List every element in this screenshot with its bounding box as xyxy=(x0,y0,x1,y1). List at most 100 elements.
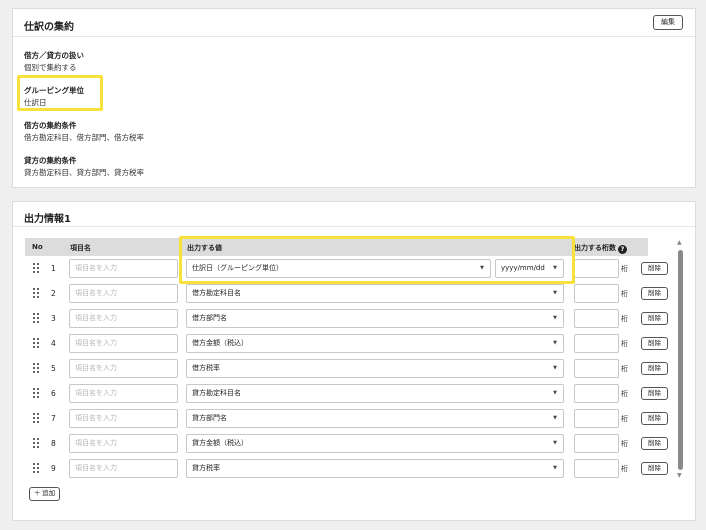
digits-input[interactable] xyxy=(574,409,619,428)
output-value-select[interactable]: 貸方勘定科目名 ▼ xyxy=(186,384,564,403)
item-name-input[interactable]: 項目名を入力 xyxy=(69,284,178,303)
digits-unit: 桁 xyxy=(621,440,628,448)
item-name-input[interactable]: 項目名を入力 xyxy=(69,334,178,353)
col-item-name: 項目名 xyxy=(70,244,91,252)
summary-title: 仕訳の集約 xyxy=(24,22,74,33)
digits-unit: 桁 xyxy=(621,290,628,298)
output-value-text: 仕訳日（グルーピング単位） xyxy=(192,264,283,272)
output-value-select[interactable]: 仕訳日（グルーピング単位） ▼ xyxy=(186,259,491,278)
scroll-up-icon[interactable]: ▲ xyxy=(677,239,682,246)
row-number: 2 xyxy=(51,289,56,298)
output-value-text: 借方部門名 xyxy=(192,314,227,322)
digits-input[interactable] xyxy=(574,434,619,453)
table-row: 6 項目名を入力 貸方勘定科目名 ▼ 桁 削除 xyxy=(25,381,668,406)
digits-input[interactable] xyxy=(574,384,619,403)
delete-button[interactable]: 削除 xyxy=(641,262,668,275)
debit-condition-label: 借方の集約条件 xyxy=(24,121,77,130)
output-table-header: No 項目名 出力する値 出力する桁数? xyxy=(25,238,648,256)
date-format-select[interactable]: yyyy/mm/dd ▼ xyxy=(495,259,564,278)
help-icon[interactable]: ? xyxy=(618,245,627,254)
output-value-text: 貸方税率 xyxy=(192,464,220,472)
item-name-input[interactable]: 項目名を入力 xyxy=(69,259,178,278)
drag-handle-icon[interactable] xyxy=(33,263,39,273)
debit-credit-label: 借方／貸方の扱い xyxy=(24,51,84,60)
output-value-text: 借方勘定科目名 xyxy=(192,289,241,297)
chevron-down-icon: ▼ xyxy=(553,365,557,371)
delete-button[interactable]: 削除 xyxy=(641,312,668,325)
item-name-input[interactable]: 項目名を入力 xyxy=(69,409,178,428)
digits-input[interactable] xyxy=(574,259,619,278)
chevron-down-icon: ▼ xyxy=(553,415,557,421)
output-value-select[interactable]: 借方税率 ▼ xyxy=(186,359,564,378)
output-value-text: 借方金額（税込） xyxy=(192,339,248,347)
col-output-value: 出力する値 xyxy=(187,244,222,252)
output-value-text: 借方税率 xyxy=(192,364,220,372)
grouping-unit-value: 仕訳日 xyxy=(24,98,47,107)
row-number: 9 xyxy=(51,464,56,473)
chevron-down-icon: ▼ xyxy=(553,390,557,396)
output-value-select[interactable]: 貸方金額（税込） ▼ xyxy=(186,434,564,453)
delete-button[interactable]: 削除 xyxy=(641,387,668,400)
item-name-input[interactable]: 項目名を入力 xyxy=(69,434,178,453)
drag-handle-icon[interactable] xyxy=(33,288,39,298)
output-info-card: 出力情報1 No 項目名 出力する値 出力する桁数? 1 項目名を入力 仕訳日（グル… xyxy=(12,201,696,521)
row-number: 7 xyxy=(51,414,56,423)
digits-unit: 桁 xyxy=(621,365,628,373)
output-value-select[interactable]: 借方金額（税込） ▼ xyxy=(186,334,564,353)
item-name-input[interactable]: 項目名を入力 xyxy=(69,459,178,478)
digits-input[interactable] xyxy=(574,359,619,378)
digits-unit: 桁 xyxy=(621,465,628,473)
chevron-down-icon: ▼ xyxy=(553,265,557,271)
digits-unit: 桁 xyxy=(621,315,628,323)
chevron-down-icon: ▼ xyxy=(553,290,557,296)
debit-credit-value: 個別で集約する xyxy=(24,63,77,72)
scroll-down-icon[interactable]: ▼ xyxy=(677,472,682,479)
row-number: 3 xyxy=(51,314,56,323)
table-row: 7 項目名を入力 貸方部門名 ▼ 桁 削除 xyxy=(25,406,668,431)
drag-handle-icon[interactable] xyxy=(33,313,39,323)
credit-condition-label: 貸方の集約条件 xyxy=(24,156,77,165)
debit-condition-value: 借方勘定科目、借方部門、借方税率 xyxy=(24,133,144,142)
output-value-text: 貸方金額（税込） xyxy=(192,439,248,447)
table-row: 1 項目名を入力 仕訳日（グルーピング単位） ▼ yyyy/mm/dd ▼ 桁 削除 xyxy=(25,256,668,281)
output-value-select[interactable]: 借方部門名 ▼ xyxy=(186,309,564,328)
digits-input[interactable] xyxy=(574,284,619,303)
drag-handle-icon[interactable] xyxy=(33,363,39,373)
summary-divider xyxy=(13,36,695,37)
item-name-input[interactable]: 項目名を入力 xyxy=(69,359,178,378)
delete-button[interactable]: 削除 xyxy=(641,287,668,300)
digits-unit: 桁 xyxy=(621,265,628,273)
row-number: 6 xyxy=(51,389,56,398)
output-value-select[interactable]: 貸方部門名 ▼ xyxy=(186,409,564,428)
drag-handle-icon[interactable] xyxy=(33,338,39,348)
col-no: No xyxy=(32,243,43,251)
edit-button[interactable]: 編集 xyxy=(653,15,683,30)
delete-button[interactable]: 削除 xyxy=(641,462,668,475)
table-row: 9 項目名を入力 貸方税率 ▼ 桁 削除 xyxy=(25,456,668,481)
table-row: 8 項目名を入力 貸方金額（税込） ▼ 桁 削除 xyxy=(25,431,668,456)
add-row-button[interactable]: ＋ 追加 xyxy=(29,487,60,501)
delete-button[interactable]: 削除 xyxy=(641,437,668,450)
col-digits-label: 出力する桁数 xyxy=(574,244,616,252)
journal-summary-card: 仕訳の集約 編集 借方／貸方の扱い 個別で集約する グルーピング単位 仕訳日 借… xyxy=(12,8,696,188)
drag-handle-icon[interactable] xyxy=(33,438,39,448)
item-name-input[interactable]: 項目名を入力 xyxy=(69,384,178,403)
item-name-input[interactable]: 項目名を入力 xyxy=(69,309,178,328)
digits-input[interactable] xyxy=(574,459,619,478)
digits-unit: 桁 xyxy=(621,390,628,398)
output-value-select[interactable]: 貸方税率 ▼ xyxy=(186,459,564,478)
delete-button[interactable]: 削除 xyxy=(641,362,668,375)
digits-input[interactable] xyxy=(574,334,619,353)
drag-handle-icon[interactable] xyxy=(33,388,39,398)
table-row: 5 項目名を入力 借方税率 ▼ 桁 削除 xyxy=(25,356,668,381)
delete-button[interactable]: 削除 xyxy=(641,412,668,425)
drag-handle-icon[interactable] xyxy=(33,463,39,473)
scrollbar-thumb[interactable] xyxy=(678,250,683,470)
digits-input[interactable] xyxy=(574,309,619,328)
row-number: 1 xyxy=(51,264,56,273)
output-value-select[interactable]: 借方勘定科目名 ▼ xyxy=(186,284,564,303)
drag-handle-icon[interactable] xyxy=(33,413,39,423)
delete-button[interactable]: 削除 xyxy=(641,337,668,350)
table-row: 3 項目名を入力 借方部門名 ▼ 桁 削除 xyxy=(25,306,668,331)
credit-condition-value: 貸方勘定科目、貸方部門、貸方税率 xyxy=(24,168,144,177)
